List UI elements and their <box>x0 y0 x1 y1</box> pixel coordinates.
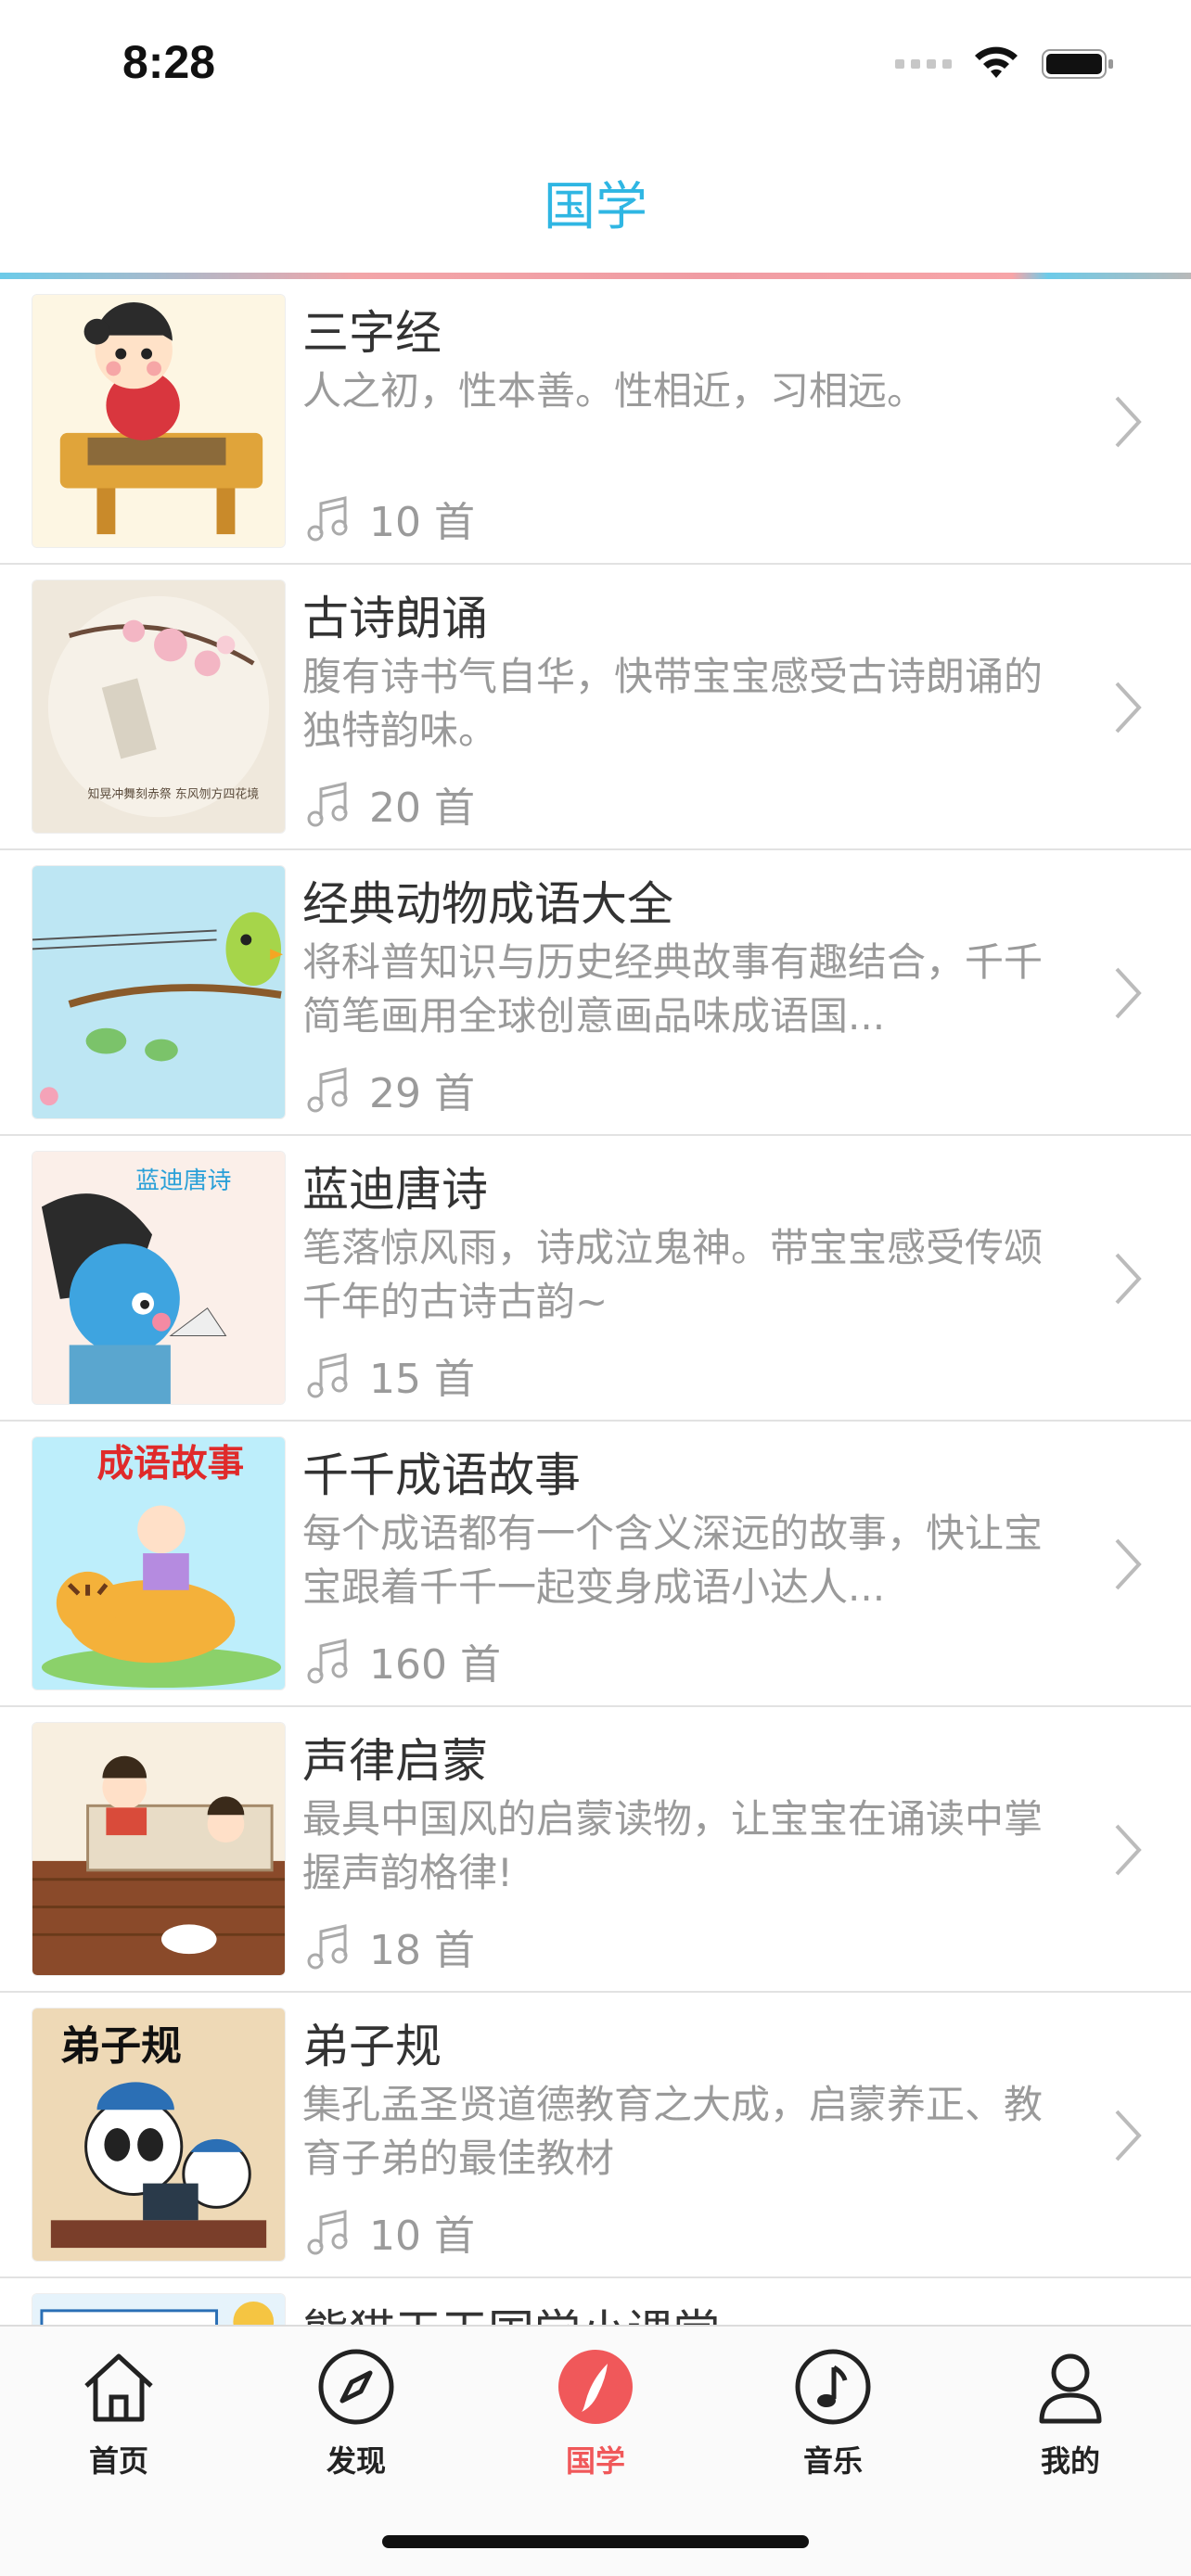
home-indicator[interactable] <box>382 2535 809 2548</box>
item-count: 20 首 <box>302 774 475 834</box>
item-count: 15 首 <box>302 1345 475 1405</box>
item-count-label: 18 首 <box>369 1927 475 1974</box>
item-title: 弟子规 <box>302 2020 442 2073</box>
tab-label: 我的 <box>1040 2443 1100 2479</box>
chevron-right-icon <box>1115 682 1142 733</box>
battery-icon <box>1042 49 1113 79</box>
album-cover <box>32 294 286 548</box>
header-divider <box>0 273 1191 279</box>
album-cover: 弟子规 <box>32 2008 286 2262</box>
signal-icon <box>895 59 952 69</box>
list-item[interactable]: 成语故事 千千成语故事 每个成语都有一个含义深远的故事，快让宝宝跟着千千一起变身… <box>0 1422 1191 1707</box>
chevron-right-icon <box>1115 1824 1142 1876</box>
list-item[interactable]: 声律启蒙 最具中国风的启蒙读物，让宝宝在诵读中掌握声韵格律! 18 首 <box>0 1707 1191 1993</box>
home-icon <box>84 2353 153 2422</box>
item-count: 29 首 <box>302 1060 475 1119</box>
item-description: 人之初，性本善。性相近，习相远。 <box>302 368 927 414</box>
album-cover: 成语故事 <box>32 1436 286 1690</box>
chevron-right-icon <box>1115 1253 1142 1305</box>
list-item[interactable]: 知晃冲舞刻赤祭 东风刎方四花境 古诗朗诵 腹有诗书气自华，快带宝宝感受古诗朗诵的… <box>0 565 1191 850</box>
list-item[interactable]: 经典动物成语大全 将科普知识与历史经典故事有趣结合，千千简笔画用全球创意画品味成… <box>0 850 1191 1136</box>
status-time: 8:28 <box>122 36 216 88</box>
item-title: 三字经 <box>302 306 442 360</box>
music-note-icon <box>307 1639 348 1684</box>
item-description: 最具中国风的启蒙读物，让宝宝在诵读中掌握声韵格律! <box>302 1796 1044 1895</box>
tab-home[interactable]: 首页 <box>26 2345 211 2512</box>
album-cover <box>32 865 286 1119</box>
item-description: 腹有诗书气自华，快带宝宝感受古诗朗诵的独特韵味。 <box>302 654 1044 753</box>
tab-label: 音乐 <box>802 2443 863 2479</box>
tab-label: 首页 <box>88 2443 148 2479</box>
item-description: 将科普知识与历史经典故事有趣结合，千千简笔画用全球创意画品味成语国... <box>302 939 1044 1039</box>
item-count-label: 160 首 <box>369 1641 501 1689</box>
cover-caption: 成语故事 <box>96 1443 244 1486</box>
tab-guoxue[interactable]: 国学 <box>503 2345 688 2512</box>
tab-mine[interactable]: 我的 <box>978 2345 1163 2512</box>
item-count-label: 20 首 <box>369 784 475 832</box>
nav-header: 国学 <box>0 130 1191 274</box>
compass-icon <box>318 2349 394 2425</box>
music-note-icon <box>307 2210 348 2255</box>
item-title: 声律启蒙 <box>302 1734 488 1788</box>
album-list[interactable]: 三字经 人之初，性本善。性相近，习相远。 10 首 知晃冲舞刻赤祭 东风刎方四花… <box>0 279 1191 2325</box>
list-item[interactable]: 熊猫天天国学小课堂 <box>0 2278 1191 2325</box>
item-description: 集孔孟圣贤道德教育之大成，启蒙养正、教育子弟的最佳教材 <box>302 2082 1044 2181</box>
album-cover <box>32 1722 286 1976</box>
status-bar: 8:28 <box>0 0 1191 130</box>
tab-label: 发现 <box>326 2443 386 2479</box>
item-count-label: 29 首 <box>369 1070 475 1117</box>
list-item[interactable]: 蓝迪唐诗 蓝迪唐诗 笔落惊风雨，诗成泣鬼神。带宝宝感受传颂千年的古诗古韵~ 15… <box>0 1136 1191 1422</box>
status-icons <box>895 46 1115 82</box>
item-title: 千千成语故事 <box>302 1448 581 1502</box>
list-item[interactable]: 三字经 人之初，性本善。性相近，习相远。 10 首 <box>0 279 1191 565</box>
item-count-label: 15 首 <box>369 1356 475 1403</box>
tab-label: 国学 <box>565 2443 625 2479</box>
item-title: 蓝迪唐诗 <box>302 1163 488 1217</box>
brush-icon <box>558 2350 633 2424</box>
music-note-icon <box>307 782 348 827</box>
person-icon <box>1039 2353 1102 2424</box>
chevron-right-icon <box>1115 967 1142 1019</box>
page-title: 国学 <box>544 176 647 237</box>
item-description: 每个成语都有一个含义深远的故事，快让宝宝跟着千千一起变身成语小达人... <box>302 1511 1044 1610</box>
cover-caption: 知晃冲舞刻赤祭 东风刎方四花境 <box>88 786 260 801</box>
chevron-right-icon <box>1115 1538 1142 1590</box>
list-item[interactable]: 弟子规 弟子规 集孔孟圣贤道德教育之大成，启蒙养正、教育子弟的最佳教材 10 首 <box>0 1993 1191 2278</box>
cover-caption: 蓝迪唐诗 <box>135 1167 231 1195</box>
tab-discover[interactable]: 发现 <box>263 2345 449 2512</box>
item-count: 10 首 <box>302 489 475 548</box>
album-cover: 知晃冲舞刻赤祭 东风刎方四花境 <box>32 580 286 834</box>
item-count-label: 10 首 <box>369 499 475 546</box>
wifi-icon <box>975 46 1018 78</box>
music-note-icon <box>307 1924 348 1970</box>
item-description: 笔落惊风雨，诗成泣鬼神。带宝宝感受传颂千年的古诗古韵~ <box>302 1225 1044 1324</box>
item-title: 熊猫天天国学小课堂 <box>302 2295 720 2325</box>
music-note-icon <box>307 1067 348 1113</box>
item-title: 古诗朗诵 <box>302 592 488 645</box>
item-count: 18 首 <box>302 1917 475 1976</box>
album-cover: 蓝迪唐诗 <box>32 1151 286 1405</box>
item-count: 160 首 <box>302 1631 501 1690</box>
item-title: 经典动物成语大全 <box>302 877 673 931</box>
cover-caption: 弟子规 <box>60 2023 182 2071</box>
chevron-right-icon <box>1115 2110 1142 2162</box>
chevron-right-icon <box>1115 396 1142 448</box>
music-note-icon <box>795 2349 871 2425</box>
item-count: 10 首 <box>302 2202 475 2262</box>
album-cover <box>32 2293 286 2325</box>
tab-music[interactable]: 音乐 <box>740 2345 926 2512</box>
music-note-icon <box>307 1353 348 1398</box>
music-note-icon <box>307 496 348 542</box>
item-count-label: 10 首 <box>369 2213 475 2260</box>
